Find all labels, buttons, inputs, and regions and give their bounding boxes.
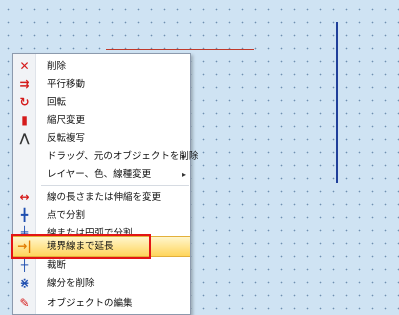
menu-item-drag-delete-original[interactable]: ドラッグ、元のオブジェクトを削除 ▸ — [13, 147, 198, 166]
delete-segment-icon: ⋇ — [19, 276, 30, 290]
menu-item-label: 縮尺変更 — [47, 115, 86, 126]
menu-item-label: 反転複写 — [47, 133, 86, 144]
menu-item-label: レイヤー、色、線種変更 — [47, 169, 152, 180]
menu-item-label: 点で分割 — [47, 210, 86, 221]
menu-item-layer-color-linetype[interactable]: レイヤー、色、線種変更 ▸ — [13, 165, 190, 184]
edit-object-icon: ✎ — [19, 296, 30, 310]
menu-separator — [41, 185, 189, 186]
highlight-annotation-box — [11, 234, 151, 259]
menu-item-edit-object[interactable]: ✎ オブジェクトの編集 — [13, 294, 190, 313]
menu-item-label: 裁断 — [47, 260, 67, 271]
delete-x-icon: ✕ — [19, 59, 30, 73]
submenu-arrow-icon: ▸ — [181, 170, 186, 179]
trim-icon: ┼ — [20, 258, 29, 272]
menu-item-label: 回転 — [47, 97, 67, 108]
menu-item-mirror-copy[interactable]: ⋀ 反転複写 — [13, 129, 190, 148]
line-length-icon: ↔ — [19, 190, 30, 204]
menu-item-split-at-point[interactable]: ╋ 点で分割 — [13, 206, 190, 225]
menu-item-label: 線の長さまたは伸縮を変更 — [47, 192, 162, 203]
menu-item-delete[interactable]: ✕ 削除 — [13, 57, 190, 76]
context-menu: ✕ 削除 ⇉ 平行移動 ↻ 回転 ▮ 縮尺変更 ⋀ 反転複写 ドラッグ、元のオブ… — [12, 53, 198, 315]
scale-icon: ▮ — [21, 113, 28, 127]
menu-item-scale[interactable]: ▮ 縮尺変更 — [13, 111, 190, 130]
menu-item-label: オブジェクトの編集 — [47, 298, 133, 309]
menu-item-label: 平行移動 — [47, 79, 86, 90]
menu-item-change-line-length[interactable]: ↔ 線の長さまたは伸縮を変更 — [13, 188, 190, 207]
menu-item-move[interactable]: ⇉ 平行移動 — [13, 75, 190, 94]
menu-item-label: ドラッグ、元のオブジェクトを削除 — [47, 151, 199, 162]
menu-item-delete-segment[interactable]: ⋇ 線分を削除 — [13, 274, 190, 293]
mirror-copy-icon: ⋀ — [19, 131, 30, 145]
move-icon: ⇉ — [19, 77, 30, 91]
menu-item-label: 削除 — [47, 61, 67, 72]
rotate-icon: ↻ — [19, 95, 30, 109]
submenu-arrow-icon: ▸ — [181, 152, 186, 161]
split-point-icon: ╋ — [20, 208, 29, 222]
menu-item-label: 線分を削除 — [47, 278, 95, 289]
drawn-line-red[interactable] — [106, 49, 254, 50]
drawn-line-blue[interactable] — [336, 22, 338, 183]
menu-item-rotate[interactable]: ↻ 回転 — [13, 93, 190, 112]
